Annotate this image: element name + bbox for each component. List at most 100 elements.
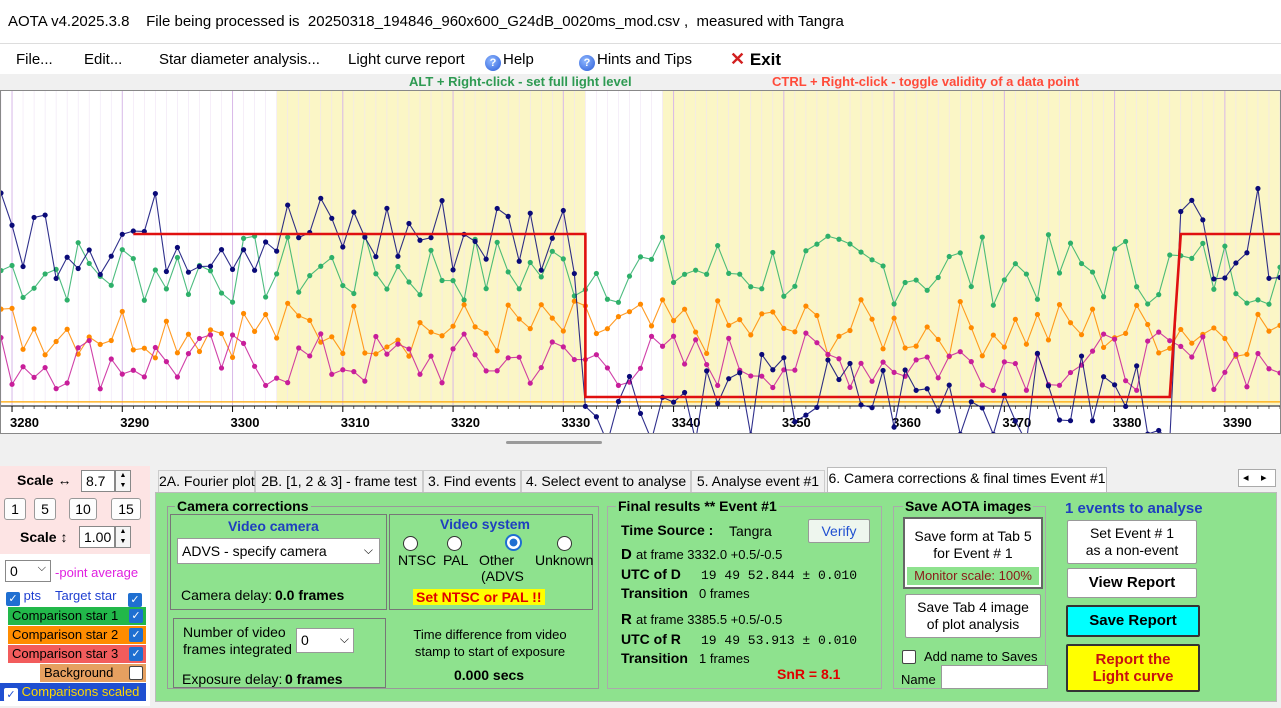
series-point-1 [759, 286, 765, 292]
tab-select-event[interactable]: 4. Select event to analyse [521, 470, 691, 492]
series-point-2 [1123, 330, 1129, 337]
series-point-2 [715, 298, 721, 304]
tab-find-events[interactable]: 3. Find events [423, 470, 521, 492]
scale-v-spinner[interactable]: ▲ ▼ [115, 526, 131, 548]
scale-h-label: Scale ↔ [17, 472, 72, 488]
tab-scroll-left-icon[interactable]: ◂ [1243, 470, 1249, 486]
series-point-0 [340, 244, 346, 250]
radio-unknown[interactable] [557, 536, 572, 551]
target-star-checkbox[interactable]: ✓ [128, 588, 142, 607]
radio-ntsc[interactable] [403, 536, 418, 551]
scale-preset-5[interactable]: 5 [34, 498, 56, 520]
comparison-star-2-row[interactable]: Comparison star 2 ✓ [8, 626, 146, 644]
menu-help-label: Help [503, 51, 534, 68]
series-point-1 [1045, 232, 1052, 238]
point-average-select[interactable]: 0 ⌵ [5, 560, 51, 582]
scale-preset-15[interactable]: 15 [111, 498, 141, 520]
series-point-3 [229, 332, 236, 338]
series-point-3 [538, 364, 544, 371]
scale-preset-1[interactable]: 1 [4, 498, 26, 520]
menu-star-diameter[interactable]: Star diameter analysis... [159, 51, 320, 68]
menu-help[interactable]: ? Help [485, 51, 534, 71]
series-point-1 [1100, 294, 1107, 300]
series-point-3 [1200, 334, 1206, 340]
series-point-1 [913, 277, 919, 283]
pts-checkbox[interactable]: ✓ pts [6, 588, 41, 606]
series-point-2 [1178, 326, 1184, 333]
r-transition-value: 1 frames [699, 651, 750, 666]
series-point-3 [891, 369, 897, 375]
series-point-3 [240, 340, 247, 346]
series-point-2 [174, 350, 181, 356]
camera-corrections-panel: Camera corrections Video camera ADVS - s… [155, 492, 1277, 702]
tab-scroll-right-icon[interactable]: ▸ [1261, 470, 1267, 486]
series-point-1 [439, 277, 445, 284]
tab-analyse-event[interactable]: 5. Analyse event #1 [691, 470, 825, 492]
series-point-2 [1056, 302, 1063, 308]
splitter-handle[interactable] [506, 441, 602, 444]
view-report-button[interactable]: View Report [1067, 568, 1197, 598]
save-tab4-button[interactable]: Save Tab 4 image of plot analysis [905, 594, 1041, 638]
left-control-panel: Scale ↔ 8.7 ▲ ▼ 1 5 10 15 Scale ↕ 1.00 ▲ ▼… [0, 466, 150, 706]
series-point-2 [130, 347, 136, 353]
name-input[interactable] [941, 665, 1048, 689]
series-point-1 [174, 254, 181, 261]
series-point-0 [373, 254, 379, 260]
series-point-3 [648, 333, 655, 339]
frames-integrated-select[interactable]: 0 ⌵ [296, 628, 354, 653]
light-curve-chart[interactable]: 3280329033003310332033303340335033603370… [1, 91, 1280, 433]
series-point-0 [163, 268, 169, 275]
series-point-1 [924, 287, 930, 293]
save-report-button[interactable]: Save Report [1066, 605, 1200, 637]
scale-h-spinner[interactable]: ▲ ▼ [115, 470, 131, 492]
series-point-0 [704, 368, 710, 374]
series-point-3 [759, 373, 765, 379]
series-point-2 [373, 351, 379, 357]
series-point-0 [571, 270, 577, 277]
radio-pal[interactable] [447, 536, 462, 551]
series-point-0 [913, 387, 919, 393]
series-point-3 [693, 337, 699, 343]
tab-camera-corrections[interactable]: 6. Camera corrections & final times Even… [827, 467, 1107, 493]
menu-file[interactable]: File... [16, 51, 53, 68]
series-point-0 [428, 235, 434, 241]
radio-other[interactable] [505, 534, 522, 551]
menu-exit[interactable]: ✕ Exit [730, 49, 781, 70]
menu-light-curve-report[interactable]: Light curve report [348, 51, 465, 68]
background-row[interactable]: Background [40, 664, 146, 682]
scale-v-input[interactable]: 1.00 [79, 526, 115, 548]
series-point-3 [1178, 343, 1184, 350]
series-point-3 [130, 367, 136, 373]
series-point-0 [626, 373, 633, 380]
series-point-0 [935, 408, 941, 414]
report-light-curve-button[interactable]: Report the Light curve [1066, 644, 1200, 692]
series-point-2 [836, 333, 842, 339]
series-point-2 [781, 325, 787, 332]
series-point-3 [792, 367, 798, 373]
comparison-star-1-row[interactable]: Comparison star 1 ✓ [8, 607, 146, 625]
series-point-0 [924, 386, 930, 392]
tab-frame-test[interactable]: 2B. [1, 2 & 3] - frame test [255, 470, 423, 492]
add-name-checkbox[interactable] [902, 650, 916, 664]
save-form-button[interactable]: Save form at Tab 5 for Event # 1 Monitor… [903, 517, 1043, 589]
comparison-star-2-label: Comparison star 2 [12, 627, 119, 642]
series-point-1 [1200, 240, 1206, 246]
comparison-star-3-row[interactable]: Comparison star 3 ✓ [8, 645, 146, 663]
camera-select[interactable]: ADVS - specify camera ⌵ [177, 538, 380, 564]
verify-button[interactable]: Verify [808, 519, 870, 543]
background-checkbox[interactable] [129, 666, 143, 680]
series-point-3 [86, 337, 92, 344]
series-point-1 [240, 235, 247, 241]
light-curve-plot[interactable]: 3280329033003310332033303340335033603370… [0, 90, 1281, 434]
comparisons-scaled-row[interactable]: ✓ Comparisons scaled [0, 683, 146, 702]
scale-preset-10[interactable]: 10 [69, 498, 97, 520]
menu-edit[interactable]: Edit... [84, 51, 122, 68]
series-point-3 [1211, 386, 1217, 392]
scale-h-input[interactable]: 8.7 [81, 470, 115, 492]
series-point-2 [472, 324, 478, 330]
menu-hints[interactable]: ? Hints and Tips [579, 51, 692, 71]
tab-fourier-plot[interactable]: 2A. Fourier plot [158, 470, 255, 492]
series-point-3 [307, 353, 313, 359]
alt-right-click-hint: ALT + Right-click - set full light level [409, 74, 632, 89]
set-non-event-button[interactable]: Set Event # 1 as a non-event [1067, 520, 1197, 564]
